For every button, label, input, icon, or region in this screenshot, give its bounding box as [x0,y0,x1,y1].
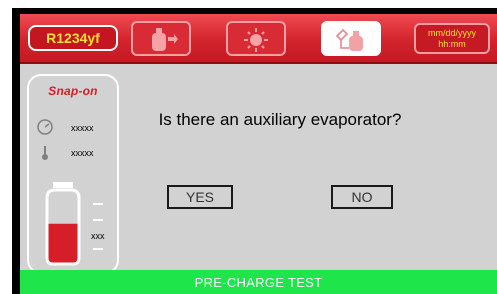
recover-mode-button[interactable] [131,21,191,56]
pressure-value: xxxxx [71,123,94,133]
date-text: mm/dd/yyyy [427,27,476,38]
screen: R1234yf mm/dd/yyyy hh:mm Snap-on xxxxx x… [20,14,497,294]
status-bar: PRE-CHARGE TEST [20,270,497,294]
tank-level-tick [93,248,103,250]
thermometer-icon [42,146,48,160]
yes-button[interactable]: YES [167,185,233,209]
refrigerant-tank-icon [45,182,81,266]
pressure-gauge-icon [37,119,53,135]
charge-bottle-icon [335,28,363,51]
tank-level-tick [93,219,103,221]
dialog-question: Is there an auxiliary evaporator? [158,110,402,129]
vacuum-pump-icon [244,27,268,52]
status-panel: Snap-on xxxxx xxxxx xxx [27,74,119,274]
vacuum-mode-button[interactable] [226,21,286,56]
temperature-value: xxxxx [71,148,94,158]
charge-mode-button[interactable] [321,21,381,56]
time-text: hh:mm [438,38,466,49]
tank-value: xxx [91,231,105,241]
recover-bottle-icon [152,27,178,51]
brand-logo: Snap-on [48,84,98,98]
datetime-display[interactable]: mm/dd/yyyy hh:mm [414,23,490,54]
status-text: PRE-CHARGE TEST [194,274,323,290]
top-bar: R1234yf mm/dd/yyyy hh:mm [20,14,497,64]
refrigerant-badge[interactable]: R1234yf [28,25,118,51]
tank-level-tick [93,203,103,205]
no-button[interactable]: NO [331,185,393,209]
